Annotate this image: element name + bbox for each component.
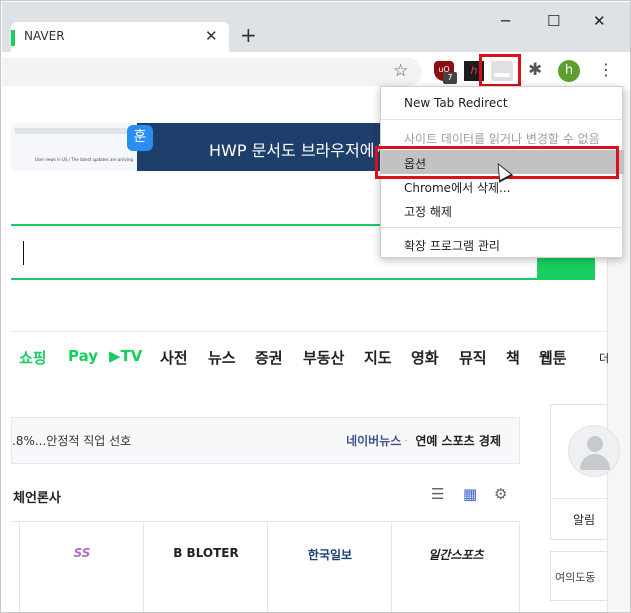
press-cell[interactable]: 한국일보 — [268, 522, 392, 612]
bookmark-star-icon[interactable]: ☆ — [393, 61, 408, 81]
hoon-logo-icon: 훈 — [127, 125, 153, 151]
nav-realestate[interactable]: 부동산 — [303, 347, 344, 368]
alarm-link[interactable]: 알림 — [573, 511, 595, 528]
nav-book[interactable]: 책 — [506, 347, 520, 368]
nav-shopping[interactable]: 쇼핑 — [19, 347, 47, 368]
grid-view-icon[interactable]: ▦ — [463, 485, 477, 503]
login-panel: 알림 — [550, 404, 620, 540]
banner-screenshot: User news in US / The latest updates are… — [11, 123, 137, 171]
tab-close-icon[interactable]: ✕ — [205, 27, 218, 45]
ad-banner[interactable]: User news in US / The latest updates are… — [11, 123, 421, 171]
extension-highlight-box — [479, 54, 521, 87]
weather-panel: 여의도동 — [550, 551, 607, 601]
list-view-icon[interactable]: ☰ — [431, 485, 444, 503]
entertainment-link[interactable]: 연예 — [415, 434, 437, 448]
nav-webtoon[interactable]: 웹툰 — [539, 347, 567, 368]
press-logo-bloter: B BLOTER — [173, 546, 239, 560]
menu-item-extension-name[interactable]: New Tab Redirect — [381, 91, 624, 115]
menu-item-unpin[interactable]: 고정 해제 — [381, 198, 624, 222]
nav-pay[interactable]: Pay — [68, 347, 98, 365]
news-ticker: .8%...안정적 직업 선호 네이버뉴스 · 연예 스포츠 경제 — [11, 417, 520, 464]
news-links: 네이버뉴스 · 연예 스포츠 경제 — [346, 434, 501, 448]
economy-link[interactable]: 경제 — [479, 434, 501, 448]
nav-stock[interactable]: 증권 — [255, 347, 283, 368]
browser-window: NAVER ✕ + ─ ☐ ✕ ☆ uO 7 h ✱ h ⋮ User news… — [0, 0, 631, 613]
weather-location[interactable]: 여의도동 — [555, 569, 595, 585]
nav-dictionary[interactable]: 사전 — [160, 347, 188, 368]
extensions-puzzle-icon[interactable]: ✱ — [528, 60, 542, 80]
settings-gear-icon[interactable]: ⚙ — [494, 485, 507, 503]
divider — [11, 331, 607, 332]
press-cell[interactable]: 일간스포츠 — [392, 522, 520, 612]
ublock-badge: 7 — [443, 72, 457, 84]
banner-headline: HWP 문서도 브라우저에서 — [209, 141, 390, 160]
press-section-title: 체언론사 — [13, 491, 61, 506]
tab-naver[interactable]: NAVER ✕ — [11, 22, 229, 53]
profile-avatar[interactable]: h — [558, 60, 580, 82]
press-cell[interactable]: B BLOTER — [144, 522, 268, 612]
address-bar[interactable] — [2, 58, 422, 86]
press-logo-ss: SS — [73, 546, 91, 560]
nav-movie[interactable]: 영화 — [411, 347, 439, 368]
sports-link[interactable]: 스포츠 — [442, 434, 475, 448]
default-avatar-icon — [568, 425, 620, 477]
nav-tv[interactable]: ▶TV — [109, 347, 142, 365]
press-logo-hankook: 한국일보 — [307, 548, 353, 562]
press-logo-ilgan: 일간스포츠 — [428, 548, 484, 562]
naver-favicon-icon — [11, 30, 15, 46]
nav-map[interactable]: 지도 — [364, 347, 392, 368]
menu-item-manage-extensions[interactable]: 확장 프로그램 관리 — [381, 232, 624, 256]
nav-news[interactable]: 뉴스 — [208, 347, 236, 368]
press-grid: SS B BLOTER 한국일보 일간스포츠 — [11, 521, 520, 612]
news-headline[interactable]: .8%...안정적 직업 선호 — [12, 432, 131, 449]
minimize-icon[interactable]: ─ — [501, 12, 510, 30]
chrome-menu-icon[interactable]: ⋮ — [598, 60, 614, 79]
tab-strip: NAVER ✕ + ─ ☐ ✕ — [2, 2, 630, 53]
tab-title: NAVER — [24, 29, 65, 43]
window-close-icon[interactable]: ✕ — [593, 12, 606, 30]
press-cell[interactable]: SS — [20, 522, 144, 612]
maximize-icon[interactable]: ☐ — [547, 12, 560, 30]
nav-music[interactable]: 뮤직 — [459, 347, 487, 368]
nav-more[interactable]: 더 — [599, 350, 609, 366]
naver-news-link[interactable]: 네이버뉴스 — [346, 434, 401, 448]
new-tab-button[interactable]: + — [240, 23, 257, 47]
text-caret — [23, 241, 24, 265]
